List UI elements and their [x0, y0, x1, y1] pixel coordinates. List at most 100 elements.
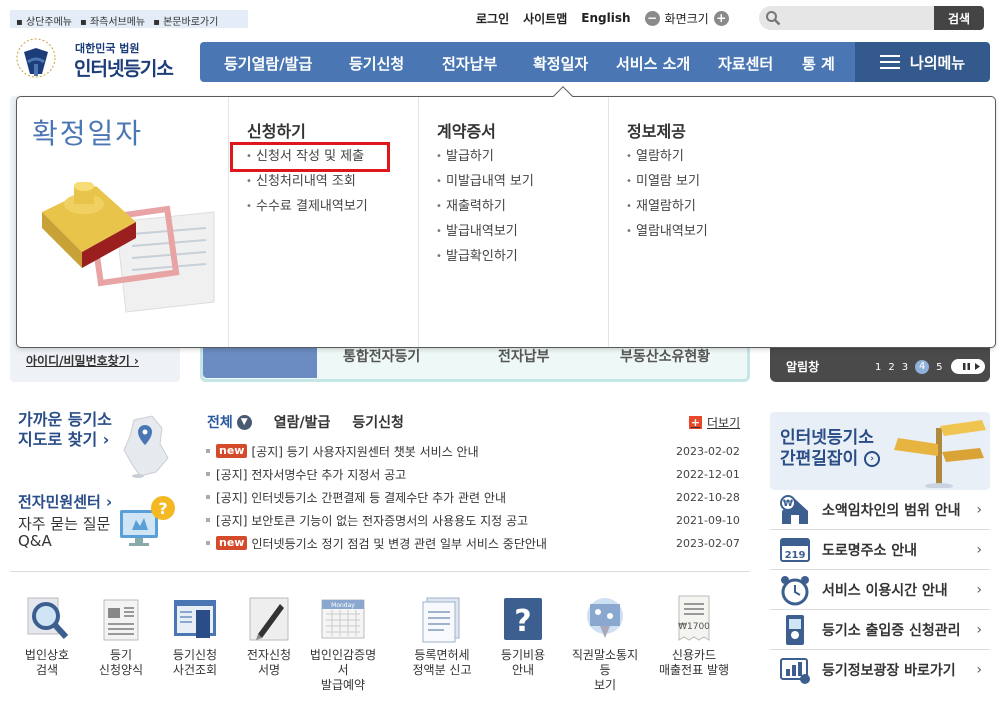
quick-ex-officio-notice[interactable]: 직권말소통지등 보기 — [568, 594, 642, 693]
bullet-icon — [206, 472, 210, 476]
chevron-right-icon: › — [976, 541, 982, 558]
menu-item-issue-verify[interactable]: 발급확인하기 — [436, 244, 534, 269]
notice-tabs: 전체 ▼ 열람/발급 등기신청 — [207, 412, 404, 432]
zoom-in-icon[interactable]: + — [713, 10, 729, 26]
id-password-find-link[interactable]: 아이디/비밀번호찾기 › — [26, 352, 139, 369]
svg-text:Monday: Monday — [331, 602, 355, 609]
quick-seal-cert-reservation[interactable]: Monday 법인인감증명서 발급예약 — [306, 594, 380, 693]
menu-item-unissued[interactable]: 미발급내역 보기 — [436, 169, 534, 194]
alarm-page-3[interactable]: 3 — [902, 362, 908, 373]
document-stack-icon — [422, 597, 460, 643]
menu-item-review[interactable]: 재열람하기 — [626, 194, 708, 219]
bullet-icon — [206, 495, 210, 499]
alarm-pagination: 1 2 3 4 5 — [875, 360, 943, 374]
question-document-icon: ? — [504, 598, 542, 640]
zoom-out-icon[interactable]: − — [644, 10, 660, 26]
notice-row[interactable]: new [공지] 등기 사용자지원센터 챗봇 서비스 안내 2023-02-02 — [206, 442, 740, 460]
e-civil-center-link[interactable]: 전자민원센터 › — [18, 491, 112, 512]
window-inquiry-icon — [174, 600, 216, 638]
alarm-page-4[interactable]: 4 — [915, 360, 930, 374]
nav-item-apply[interactable]: 등기신청 — [349, 53, 404, 74]
notice-row[interactable]: [공지] 인터넷등기소 간편결제 등 결제수단 추가 관련 안내 2022-10… — [206, 488, 740, 506]
quick-service-epay[interactable]: 전자납부 — [498, 346, 550, 366]
nearby-office-link[interactable]: 가까운 등기소 지도로 찾기 › — [18, 410, 112, 450]
alarm-page-5[interactable]: 5 — [936, 362, 942, 373]
form-document-icon — [103, 599, 139, 641]
login-link[interactable]: 로그인 — [476, 10, 509, 27]
sitemap-link[interactable]: 사이트맵 — [523, 10, 567, 27]
quick-service-ereg[interactable]: 통합전자등기 — [343, 346, 420, 366]
svg-text:?: ? — [158, 499, 167, 518]
tab-all[interactable]: 전체 ▼ — [207, 412, 252, 432]
nav-item-data-center[interactable]: 자료센터 — [718, 53, 773, 74]
chevron-right-icon: › — [976, 501, 982, 518]
faq-link[interactable]: 자주 묻는 질문 Q&A — [18, 516, 110, 550]
bullet-icon — [206, 449, 210, 453]
chart-monitor-icon — [780, 658, 810, 684]
tab-view-issue[interactable]: 열람/발급 — [274, 412, 331, 432]
menu-item-unviewed[interactable]: 미열람 보기 — [626, 169, 708, 194]
nav-item-view-issue[interactable]: 등기열람/발급 — [224, 53, 312, 74]
right-link-service-hours[interactable]: 서비스 이용시간 안내 › — [770, 570, 990, 610]
quick-case-inquiry[interactable]: 등기신청 사건조회 — [158, 594, 232, 678]
quick-license-tax[interactable]: 등록면허세 정액분 신고 — [405, 594, 479, 678]
alarm-page-1[interactable]: 1 — [875, 362, 881, 373]
search-button[interactable]: 검색 — [934, 6, 984, 30]
notice-row[interactable]: new 인터넷등기소 정기 점검 및 변경 관련 일부 서비스 중단안내 202… — [206, 534, 740, 552]
search-input[interactable] — [759, 6, 934, 30]
signpost-icon — [894, 420, 986, 488]
chevron-right-icon: › — [976, 621, 982, 638]
pen-sign-icon — [249, 597, 289, 641]
highlight-box — [230, 142, 390, 172]
new-badge: new — [216, 536, 248, 550]
quick-service-property[interactable]: 부동산소유현황 — [620, 346, 710, 366]
alarm-page-2[interactable]: 2 — [888, 362, 894, 373]
stamp-illustration-icon — [42, 182, 215, 313]
skip-link-left-menu[interactable]: ▪ 좌측서브메뉴 — [80, 13, 145, 28]
house-won-icon: ₩ — [780, 494, 808, 524]
right-link-data-square[interactable]: 등기정보광장 바로가기 › — [770, 650, 990, 690]
tab-apply[interactable]: 등기신청 — [352, 412, 404, 432]
zoom-label: 화면크기 — [664, 11, 709, 26]
new-badge: new — [216, 444, 248, 458]
english-link[interactable]: English — [581, 11, 630, 25]
bullet-icon — [206, 541, 210, 545]
quick-e-sign[interactable]: 전자신청 서명 — [232, 594, 306, 678]
alarm-clock-icon — [781, 575, 809, 605]
nav-item-fixed-date[interactable]: 확정일자 — [533, 53, 588, 74]
quick-corp-name-search[interactable]: 법인상호 검색 — [10, 594, 84, 678]
svg-text:₩: ₩ — [783, 499, 793, 509]
dropdown-title: 확정일자 — [32, 117, 144, 150]
menu-item-view-history[interactable]: 열람내역보기 — [626, 219, 708, 244]
quick-card-receipt[interactable]: ₩1700 신용카드 매출전표 발행 — [657, 594, 731, 678]
svg-text:219: 219 — [785, 550, 806, 561]
dropdown-col-contract-list: 발급하기 미발급내역 보기 재출력하기 발급내역보기 발급확인하기 — [436, 144, 534, 269]
quick-reg-cost[interactable]: ? 등기비용 안내 — [486, 594, 560, 678]
menu-item-issue-history[interactable]: 발급내역보기 — [436, 219, 534, 244]
notice-row[interactable]: [공지] 전자서명수단 추가 지정서 공고 2022-12-01 — [206, 465, 740, 483]
nav-item-statistics[interactable]: 통 계 — [802, 53, 835, 74]
nav-item-service[interactable]: 서비스 소개 — [616, 53, 690, 74]
menu-item-reprint[interactable]: 재출력하기 — [436, 194, 534, 219]
nav-item-epay[interactable]: 전자납부 — [442, 53, 497, 74]
right-link-road-address[interactable]: 219 도로명주소 안내 › — [770, 530, 990, 570]
menu-item-view[interactable]: 열람하기 — [626, 144, 708, 169]
right-link-small-tenant[interactable]: ₩ 소액임차인의 범위 안내 › — [770, 490, 990, 530]
menu-item-fee-history[interactable]: 수수료 결제내역보기 — [246, 194, 368, 219]
skip-link-top-menu[interactable]: ▪ 상단주메뉴 — [16, 13, 72, 28]
calendar-icon: Monday — [321, 599, 365, 639]
pause-icon[interactable] — [951, 359, 985, 374]
menu-item-issue[interactable]: 발급하기 — [436, 144, 534, 169]
notice-row[interactable]: [공지] 보안토큰 기능이 없는 전자증명서의 사용용도 지정 공고 2021-… — [206, 511, 740, 529]
my-menu-button[interactable]: 나의메뉴 — [855, 42, 990, 82]
chevron-right-icon: › — [976, 581, 982, 598]
logo-title[interactable]: 인터넷등기소 — [74, 54, 174, 81]
more-link[interactable]: + 더보기 — [689, 414, 740, 431]
skip-link-content[interactable]: ▪ 본문바로가기 — [153, 13, 218, 28]
menu-icon — [879, 55, 900, 69]
right-link-access-pass[interactable]: 등기소 출입증 신청관리 › — [770, 610, 990, 650]
chevron-right-icon: › — [976, 662, 982, 678]
quick-reg-forms[interactable]: 등기 신청양식 — [84, 594, 158, 678]
monitor-question-icon: ? — [120, 496, 175, 546]
menu-item-process-status[interactable]: 신청처리내역 조회 — [246, 169, 368, 194]
